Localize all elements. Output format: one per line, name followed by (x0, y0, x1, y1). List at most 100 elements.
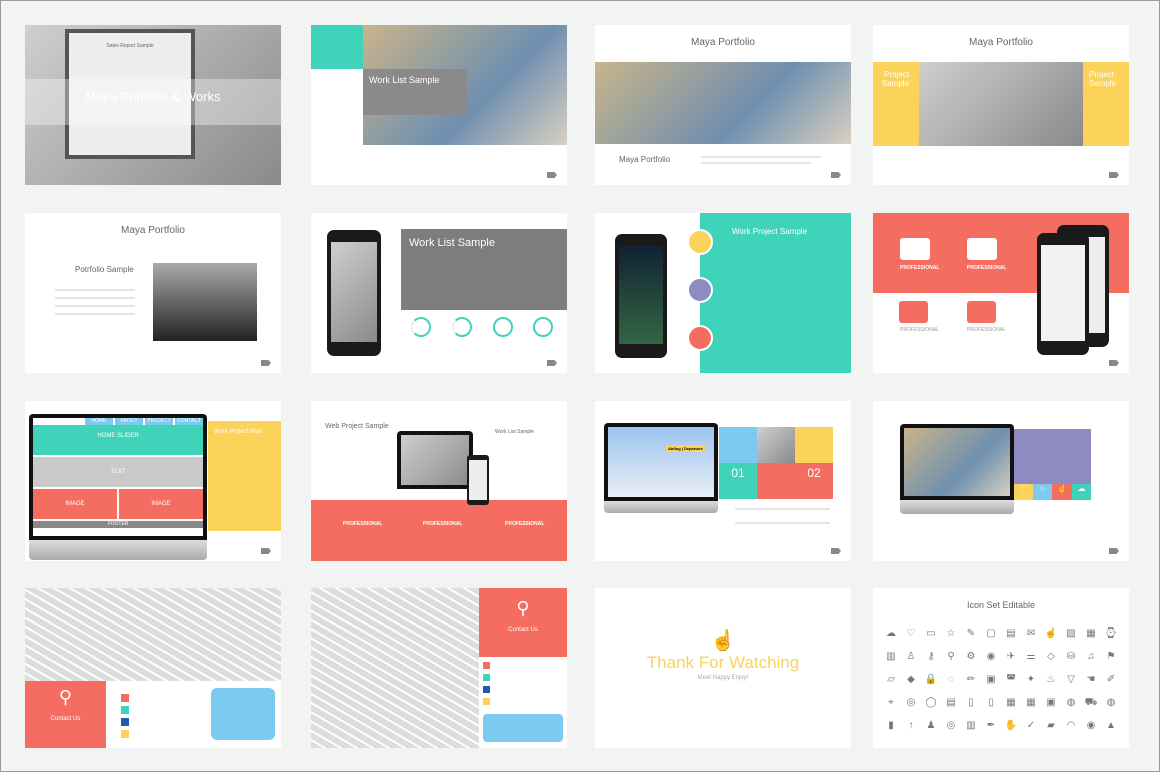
departure-sign: Abflug | Departure (666, 445, 705, 452)
image-block: IMAGE (119, 489, 203, 519)
teal-panel: Work Project Sample (700, 213, 851, 373)
nav-project[interactable]: PROJECT (145, 418, 173, 425)
location-pin-icon (211, 688, 275, 740)
slide-subtitle: Meet Happy Enjoy! (697, 675, 749, 681)
professional-label: PROFESSIONAL (423, 521, 463, 527)
number-tile: 01 (719, 463, 757, 499)
slide-contact-1[interactable]: ⚲ Contact Us (25, 588, 281, 748)
icon-set-icon: ▯ (968, 697, 974, 708)
phone-icon (121, 694, 129, 702)
icon-set-icon: ✎ (966, 628, 976, 639)
icon-set-icon: ⛁ (1066, 651, 1076, 662)
thumbs-up-icon: ☝ (710, 630, 736, 652)
slide-thank-you[interactable]: ☝ Thank For Watching Meet Happy Enjoy! (595, 588, 851, 748)
phone-mockup (467, 455, 489, 505)
slide-title-text: Icon Set Editable (966, 600, 1036, 610)
professional-label: PROFESSIONAL (967, 265, 1007, 271)
icon-set-icon: ♫ (1087, 651, 1095, 662)
slide-maya-portfolio-2[interactable]: Maya Portfolio Project Sample Project Sa… (873, 25, 1129, 185)
slide-title-text: Work List Sample (369, 75, 440, 85)
image-block: IMAGE (33, 489, 117, 519)
contact-panel: ⚲ Contact Us (479, 588, 567, 657)
icon-set-icon: ✐ (1106, 674, 1116, 685)
icon-set-icon: ✦ (1026, 674, 1036, 685)
slide-title-text: Maya Portfolio & Works (85, 89, 221, 104)
slide-icon-set[interactable]: Icon Set Editable ☁ ♡ ▭ ☆ ✎ ▢ ▤ ✉ ☝ ▧ ▦ ⌚ ▥ ♙ ⚷ ⚲ ⚙ ◉ ✈ ⚌ ◇ ⛁… (873, 588, 1129, 748)
ship-photo (153, 263, 257, 341)
user-icon: ⚲ (516, 598, 530, 618)
slide-work-list-collage[interactable]: Work List Sample (311, 25, 567, 185)
web-icon (483, 674, 490, 681)
icon-set-icon: ☁ (886, 628, 896, 639)
icon-set-icon: ↑ (908, 720, 914, 731)
monitor-mockup (397, 431, 473, 489)
professional-label: PROFESSIONAL (900, 327, 939, 333)
phone-mockup (1037, 233, 1089, 355)
slide-work-list-phone[interactable]: Work List Sample (311, 213, 567, 373)
slide-title-text: Work List Sample (409, 237, 495, 249)
page-number (261, 548, 271, 554)
slide-work-project[interactable]: Work Project Sample (595, 213, 851, 373)
icon-set-icon: ⚙ (966, 651, 976, 662)
side-title: Work List Sample (495, 429, 535, 435)
nav-about[interactable]: ABOUT (115, 418, 143, 425)
facebook-icon (483, 686, 490, 693)
icon-set-icon: ⚌ (1026, 651, 1036, 662)
store-icon (687, 325, 713, 351)
progress-ring (533, 317, 553, 337)
slide-web-wireframe[interactable]: Work Project Web HOME ABOUT PROJECT CONT… (25, 401, 281, 561)
yellow-panel-left: Project Sample (873, 62, 919, 146)
icon-set-icon: ♙ (906, 651, 916, 662)
contact-title: Contact Us (508, 627, 538, 633)
slide-portfolio-sample[interactable]: Maya Portfolio Potrfolio Sample (25, 213, 281, 373)
page-number (547, 172, 557, 178)
icon-set-icon: ♟ (926, 720, 936, 731)
location-pin-icon (483, 714, 563, 742)
icon-set-icon: ▯ (988, 697, 994, 708)
slide-professional-phones[interactable]: PROFESSIONAL PROFESSIONAL PROFESSIONAL P… (873, 213, 1129, 373)
yellow-panel-right: Project Sample (1083, 62, 1129, 146)
icon-set-icon: ☝ (1044, 628, 1058, 639)
pencil-icon (719, 427, 757, 463)
slide-title[interactable]: Sales Report Sample Maya Portfolio & Wor… (25, 25, 281, 185)
heart-icon[interactable]: ♡ (1014, 484, 1033, 500)
nav-home[interactable]: HOME (85, 418, 113, 425)
icon-set-icon: ▢ (986, 628, 996, 639)
page-number (831, 172, 841, 178)
icon-set-icon: ⌚ (1104, 628, 1118, 639)
page-number (1109, 548, 1119, 554)
phone-mockup (615, 234, 667, 358)
monitor-mockup (900, 424, 1014, 500)
slide-departure-tiles[interactable]: Abflug | Departure 01 02 (595, 401, 851, 561)
icon-set-icon: ⚲ (947, 651, 955, 662)
icon-set-icon: ✒ (986, 720, 996, 731)
user-icon: ⚲ (58, 687, 73, 707)
icon-set-icon: ▽ (1067, 674, 1075, 685)
slide-maya-portfolio-1[interactable]: Maya Portfolio Maya Portfolio (595, 25, 851, 185)
number-tile: 02 (795, 463, 833, 499)
icon-set-icon: ♡ (906, 628, 916, 639)
map (25, 588, 281, 681)
progress-ring (452, 317, 472, 337)
icon-set-icon: ▦ (1006, 697, 1016, 708)
lifebuoy-icon (757, 463, 795, 499)
icon-set-icon: ◠ (1066, 720, 1076, 731)
coral-band (311, 500, 567, 561)
professional-label: PROFESSIONAL (900, 265, 940, 271)
icon-set-icon: ♨ (1046, 674, 1056, 685)
slide-team-monitor[interactable]: ♡ ☆ ☝ ☁ (873, 401, 1129, 561)
star-icon[interactable]: ☆ (1033, 484, 1052, 500)
slide-title-text: Maya Portfolio (969, 37, 1033, 48)
icon-set-icon: ▲ (1106, 720, 1116, 731)
thumbs-up-icon[interactable]: ☝ (1052, 484, 1072, 500)
cloud-icon[interactable]: ☁ (1072, 484, 1091, 500)
slide-title-text: Maya Portfolio (121, 225, 185, 236)
icon-set-icon: ▱ (887, 674, 895, 685)
slide-web-project[interactable]: Web Project Sample Work List Sample PROF… (311, 401, 567, 561)
nav-contact[interactable]: CONTACT (175, 418, 203, 425)
slide-contact-2[interactable]: ⚲ Contact Us (311, 588, 567, 748)
icon-set-icon: ◌ (948, 674, 954, 685)
icon-set-icon: ◆ (907, 674, 915, 685)
icon-set-icon: ◇ (1047, 651, 1055, 662)
icon-set-icon: ▥ (886, 651, 896, 662)
